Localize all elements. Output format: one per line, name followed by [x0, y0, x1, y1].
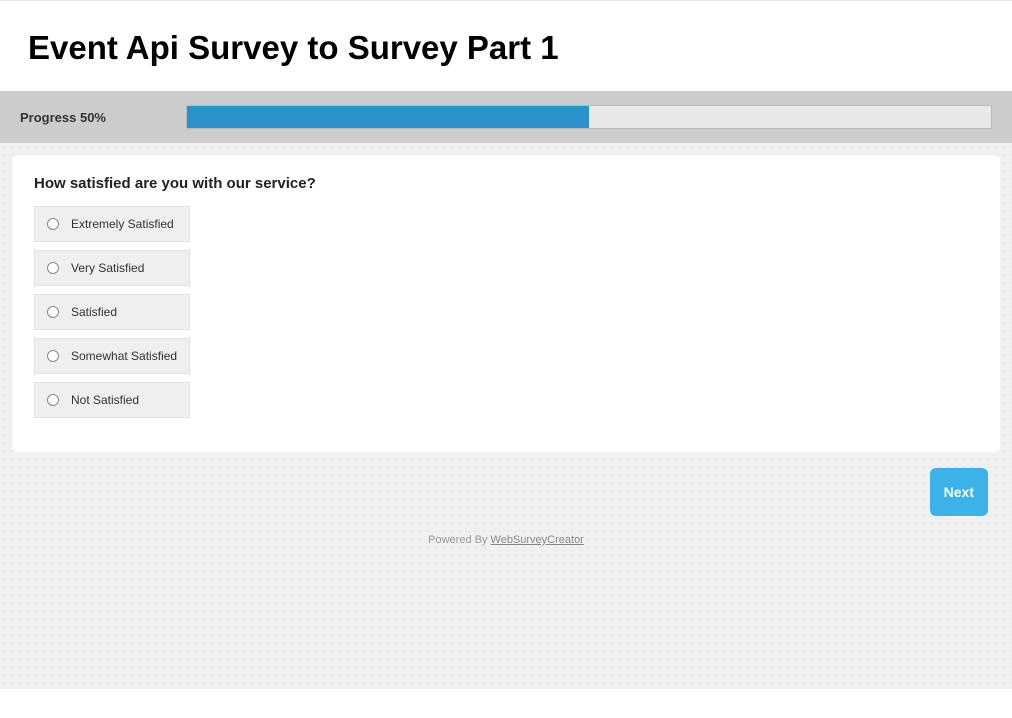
- powered-by-link[interactable]: WebSurveyCreator: [491, 534, 584, 546]
- option-label: Satisfied: [71, 305, 117, 319]
- progress-label: Progress 50%: [20, 110, 106, 125]
- question-card: How satisfied are you with our service? …: [12, 155, 1000, 452]
- option-label: Extremely Satisfied: [71, 217, 174, 231]
- survey-title: Event Api Survey to Survey Part 1: [28, 29, 984, 67]
- question-text: How satisfied are you with our service?: [34, 175, 978, 192]
- progress-fill: [187, 106, 589, 128]
- survey-header: Event Api Survey to Survey Part 1: [0, 0, 1012, 91]
- option-satisfied[interactable]: Satisfied: [34, 294, 190, 330]
- option-label: Very Satisfied: [71, 261, 144, 275]
- option-extremely-satisfied[interactable]: Extremely Satisfied: [34, 206, 190, 242]
- progress-section: Progress 50%: [0, 91, 1012, 143]
- option-label: Somewhat Satisfied: [71, 349, 177, 363]
- radio-icon: [47, 306, 59, 318]
- content-area: How satisfied are you with our service? …: [0, 143, 1012, 689]
- radio-icon: [47, 218, 59, 230]
- option-not-satisfied[interactable]: Not Satisfied: [34, 382, 190, 418]
- powered-by-text: Powered By: [428, 534, 490, 546]
- radio-icon: [47, 394, 59, 406]
- progress-track: [186, 105, 992, 129]
- button-row: Next: [12, 452, 1000, 516]
- radio-icon: [47, 262, 59, 274]
- radio-icon: [47, 350, 59, 362]
- option-very-satisfied[interactable]: Very Satisfied: [34, 250, 190, 286]
- next-button[interactable]: Next: [930, 468, 988, 516]
- option-somewhat-satisfied[interactable]: Somewhat Satisfied: [34, 338, 190, 374]
- option-label: Not Satisfied: [71, 393, 139, 407]
- footer: Powered By WebSurveyCreator: [12, 516, 1000, 546]
